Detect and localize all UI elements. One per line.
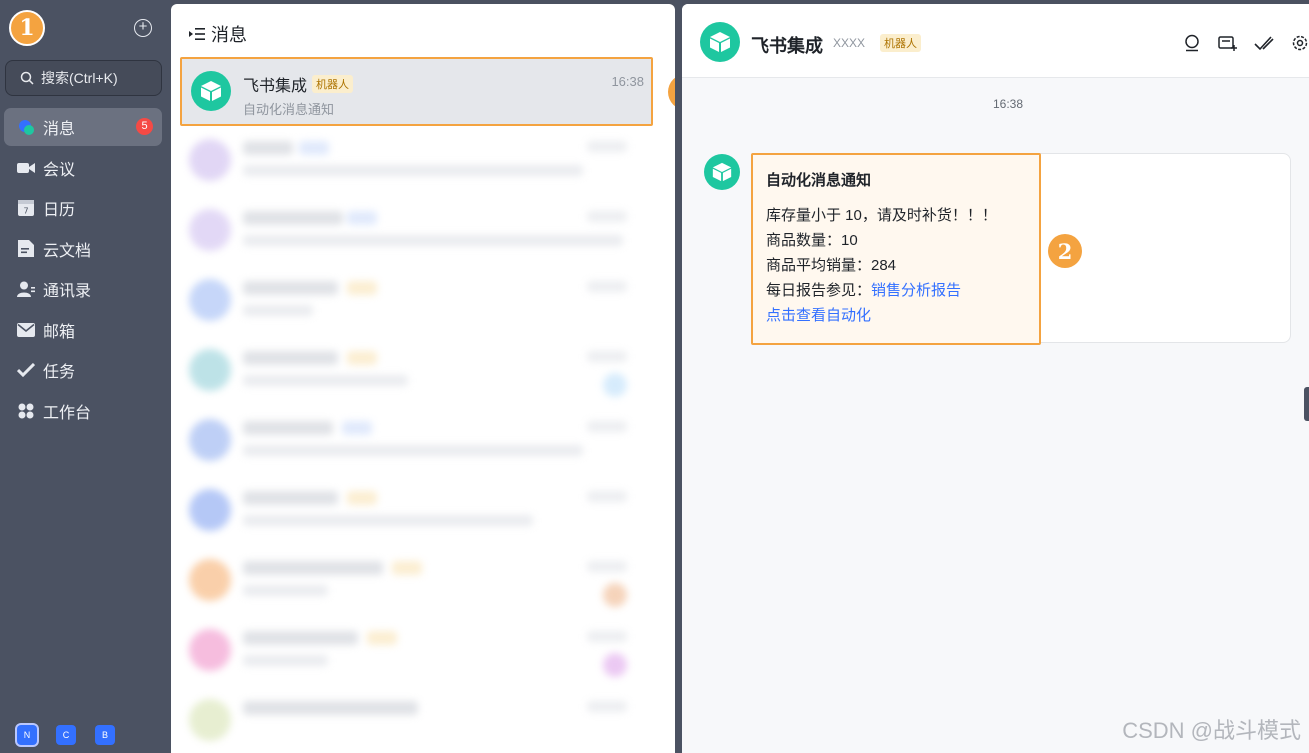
chat-timestamp: 16:38: [992, 97, 1024, 111]
app-shortcut-n[interactable]: N: [17, 725, 37, 745]
settings-icon[interactable]: [1290, 33, 1309, 53]
chat-panel: 飞书集成 XXXX 机器人 16:38 自动化消息通知 库存量小于 10，请及时…: [682, 4, 1309, 753]
task-check-icon: [16, 360, 36, 380]
cube-icon: [201, 81, 221, 101]
app-shortcut-b[interactable]: B: [95, 725, 115, 745]
workplace-grid-icon: [16, 401, 36, 421]
blurred-conversation-item[interactable]: [187, 201, 657, 261]
report-prefix: 每日报告参见：: [766, 282, 872, 299]
side-panel-handle[interactable]: [1304, 387, 1309, 421]
conversation-preview: 自动化消息通知: [243, 102, 335, 117]
message-card: 自动化消息通知 库存量小于 10，请及时补货！！！ 商品数量：10 商品平均销量…: [751, 153, 1041, 345]
task-check-icon[interactable]: [1254, 33, 1274, 53]
search-input[interactable]: 搜索(Ctrl+K): [5, 60, 162, 96]
message-list-title: 消息: [211, 25, 247, 45]
sidebar-item-meetings[interactable]: 会议: [4, 149, 162, 187]
calendar-icon: 7: [16, 198, 36, 218]
collapse-menu-icon[interactable]: [189, 27, 205, 41]
unread-badge: 5: [136, 118, 153, 135]
contacts-icon: [16, 279, 36, 299]
blurred-conversation-item[interactable]: [187, 131, 657, 191]
message-list-header: 消息: [189, 21, 247, 47]
conversation-item-selected[interactable]: 飞书集成 机器人 16:38 自动化消息通知: [180, 57, 653, 126]
sidebar-item-label: 工作台: [43, 404, 92, 422]
panel-divider[interactable]: [675, 0, 682, 753]
sales-report-link[interactable]: 销售分析报告: [871, 282, 961, 299]
message-icon: [16, 117, 36, 137]
sidebar-item-label: 日历: [43, 202, 76, 219]
search-icon[interactable]: [1182, 33, 1202, 53]
message-sender-avatar[interactable]: [704, 154, 740, 190]
sidebar: 1 + 搜索(Ctrl+K) 消息 5 会议 7 日历 云文档 通讯录 邮箱 任…: [0, 0, 171, 753]
annotation-marker-2: 2: [1048, 234, 1082, 268]
sidebar-item-messages[interactable]: 消息 5: [4, 108, 162, 146]
card-line-quantity: 商品数量：10: [766, 232, 858, 249]
chat-title: 飞书集成: [751, 36, 823, 56]
bottom-app-bar: N C B: [17, 725, 115, 745]
app-shortcut-c[interactable]: C: [56, 725, 76, 745]
cube-icon: [712, 162, 732, 182]
sidebar-item-label: 邮箱: [43, 323, 76, 341]
blurred-conversation-item[interactable]: [187, 551, 657, 611]
blurred-conversation-item[interactable]: [187, 481, 657, 541]
blurred-conversation-item[interactable]: [187, 621, 657, 681]
sidebar-item-label: 云文档: [43, 242, 92, 260]
chat-bot-avatar[interactable]: [700, 22, 740, 62]
mail-icon: [16, 320, 36, 340]
chat-toolbar: [1182, 33, 1309, 53]
conversation-title: 飞书集成: [243, 78, 308, 95]
sidebar-item-label: 会议: [43, 161, 76, 179]
sidebar-item-label: 任务: [43, 364, 76, 381]
user-avatar[interactable]: 1: [9, 10, 45, 46]
sidebar-item-contacts[interactable]: 通讯录: [4, 270, 162, 308]
sidebar-item-calendar[interactable]: 7 日历: [4, 189, 162, 227]
add-window-icon[interactable]: [1218, 33, 1238, 53]
blurred-conversation-item[interactable]: [187, 691, 657, 751]
conversation-time: 16:38: [611, 74, 644, 89]
sidebar-item-label: 消息: [43, 121, 76, 138]
add-icon[interactable]: +: [134, 19, 152, 37]
bot-tag: 机器人: [312, 75, 354, 93]
video-icon: [16, 158, 36, 178]
card-title: 自动化消息通知: [766, 172, 872, 189]
card-line-stock-warning: 库存量小于 10，请及时补货！！！: [766, 207, 997, 224]
search-placeholder: 搜索(Ctrl+K): [41, 70, 118, 86]
document-icon: [16, 239, 36, 259]
sidebar-item-tasks[interactable]: 任务: [4, 351, 162, 389]
chat-subtitle: XXXX: [833, 36, 866, 50]
blurred-conversation-item[interactable]: [187, 411, 657, 471]
message-list-panel: 消息 飞书集成 机器人 16:38 自动化消息通知: [171, 4, 675, 753]
view-automation-link[interactable]: 点击查看自动化: [766, 303, 1026, 328]
card-line-avg-sales: 商品平均销量：284: [766, 257, 897, 274]
calendar-day: 7: [23, 207, 28, 216]
bot-tag: 机器人: [880, 34, 921, 52]
bot-avatar: [191, 71, 231, 111]
watermark: CSDN @战斗模式: [1122, 718, 1301, 743]
conversation-name: 飞书集成 机器人: [243, 72, 354, 96]
sidebar-item-workplace[interactable]: 工作台: [4, 392, 162, 430]
profile-row: 1 +: [0, 0, 171, 58]
card-line-report: 每日报告参见：销售分析报告: [766, 278, 1026, 303]
blurred-conversation-item[interactable]: [187, 271, 657, 331]
chat-header: 飞书集成 XXXX 机器人: [682, 4, 1309, 78]
sidebar-item-label: 通讯录: [43, 283, 92, 300]
sidebar-item-mail[interactable]: 邮箱: [4, 311, 162, 349]
cube-icon: [710, 32, 730, 52]
blurred-conversation-item[interactable]: [187, 341, 657, 401]
sidebar-item-docs[interactable]: 云文档: [4, 230, 162, 268]
sidebar-nav: 消息 5 会议 7 日历 云文档 通讯录 邮箱 任务 工作台: [4, 108, 162, 432]
search-icon: [20, 71, 34, 85]
